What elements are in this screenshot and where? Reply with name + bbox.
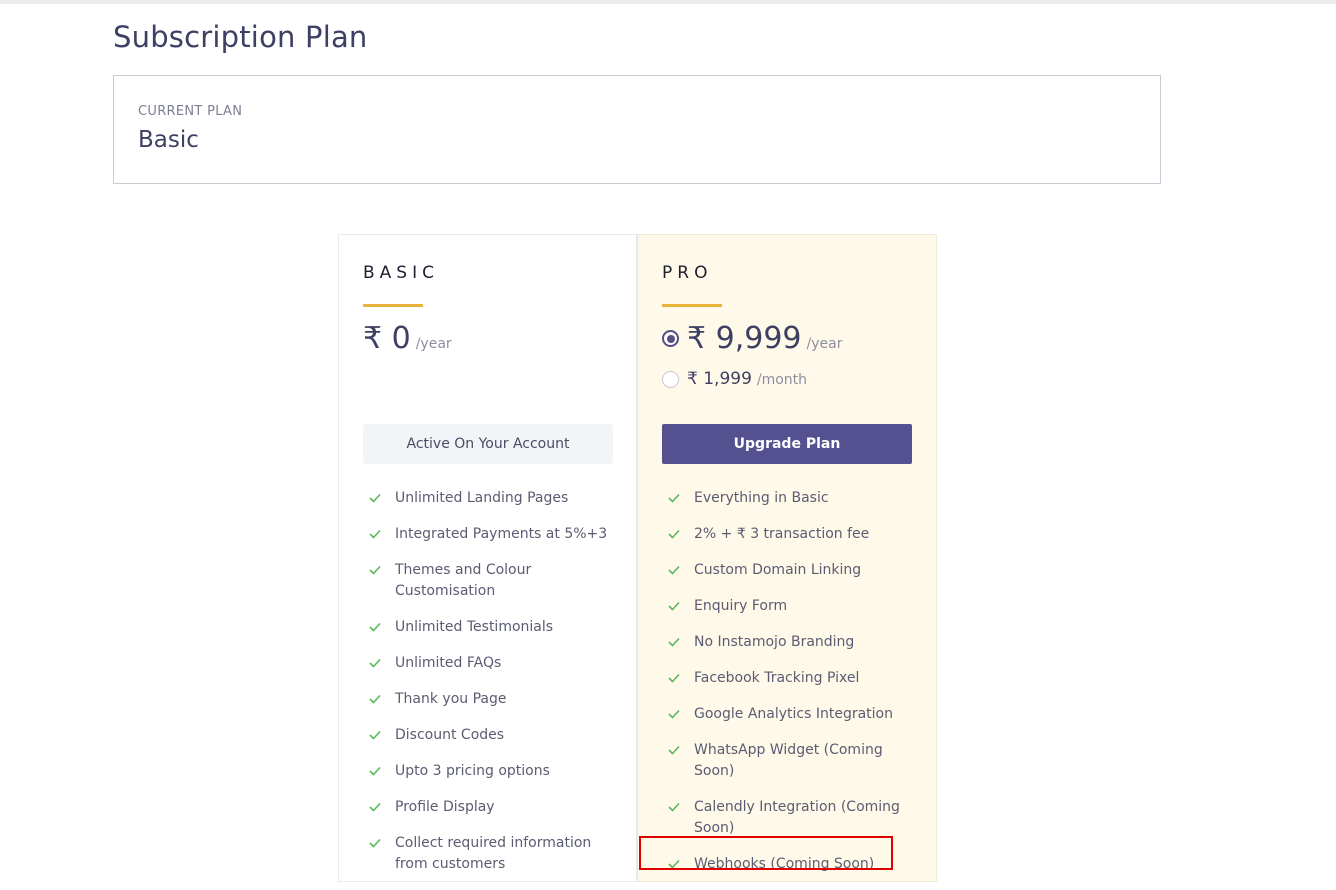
feature-label: Calendly Integration (Coming Soon) bbox=[694, 799, 900, 836]
feature-label: Custom Domain Linking bbox=[694, 562, 862, 578]
radio-icon[interactable] bbox=[662, 330, 679, 347]
feature-item: Everything in Basic bbox=[662, 488, 922, 509]
feature-item: Collect required information from custom… bbox=[363, 833, 623, 875]
feature-label: Discount Codes bbox=[395, 727, 505, 743]
check-icon bbox=[369, 802, 381, 812]
check-icon bbox=[668, 565, 680, 575]
feature-item: Calendly Integration (Coming Soon) bbox=[662, 797, 922, 839]
pro-monthly-period: /month bbox=[756, 372, 808, 388]
plan-name-basic: BASIC bbox=[363, 263, 439, 283]
pro-yearly-option[interactable]: ₹ 9,999 /year bbox=[662, 321, 842, 356]
pro-features-list: Everything in Basic 2% + ₹ 3 transaction… bbox=[662, 488, 922, 890]
top-strip bbox=[0, 0, 1336, 4]
feature-item: Profile Display bbox=[363, 797, 623, 818]
radio-icon[interactable] bbox=[662, 370, 679, 388]
pro-monthly-option[interactable]: ₹ 1,999 /month bbox=[662, 369, 807, 389]
plan-underline bbox=[662, 304, 722, 307]
plan-card-basic: BASIC ₹ 0 /year Active On Your Account U… bbox=[338, 234, 637, 882]
check-icon bbox=[369, 565, 381, 575]
check-icon bbox=[369, 766, 381, 776]
feature-item: Facebook Tracking Pixel bbox=[662, 668, 922, 689]
feature-label: Thank you Page bbox=[395, 691, 507, 707]
feature-label: Facebook Tracking Pixel bbox=[694, 670, 860, 686]
check-icon bbox=[369, 730, 381, 740]
feature-item: Discount Codes bbox=[363, 725, 623, 746]
feature-item: Upto 3 pricing options bbox=[363, 761, 623, 782]
feature-item: Unlimited Testimonials bbox=[363, 617, 623, 638]
plan-card-pro: PRO ₹ 9,999 /year ₹ 1,999 /month Upgrade… bbox=[637, 234, 937, 882]
check-icon bbox=[668, 745, 680, 755]
feature-item: WhatsApp Widget (Coming Soon) bbox=[662, 740, 922, 782]
check-icon bbox=[668, 637, 680, 647]
basic-period: /year bbox=[415, 336, 452, 352]
feature-label: Collect required information from custom… bbox=[395, 835, 592, 872]
check-icon bbox=[668, 493, 680, 503]
check-icon bbox=[369, 694, 381, 704]
check-icon bbox=[668, 601, 680, 611]
feature-label: Google Analytics Integration bbox=[694, 706, 893, 722]
feature-label: Themes and Colour Customisation bbox=[395, 562, 532, 599]
feature-label: Unlimited Testimonials bbox=[395, 619, 554, 635]
feature-item: Custom Domain Linking bbox=[662, 560, 922, 581]
page-title: Subscription Plan bbox=[113, 20, 368, 54]
basic-price-row: ₹ 0 /year bbox=[363, 321, 452, 356]
plan-name-pro: PRO bbox=[662, 263, 713, 283]
current-plan-value: Basic bbox=[138, 127, 199, 153]
check-icon bbox=[369, 493, 381, 503]
feature-item: 2% + ₹ 3 transaction fee bbox=[662, 524, 922, 545]
feature-item: Enquiry Form bbox=[662, 596, 922, 617]
check-icon bbox=[668, 673, 680, 683]
check-icon bbox=[668, 529, 680, 539]
check-icon bbox=[668, 859, 680, 869]
check-icon bbox=[668, 802, 680, 812]
current-plan-label: CURRENT PLAN bbox=[138, 104, 243, 119]
feature-label: 2% + ₹ 3 transaction fee bbox=[694, 526, 870, 542]
feature-label: Integrated Payments at 5%+3 bbox=[395, 526, 608, 542]
pro-yearly-period: /year bbox=[806, 336, 843, 352]
check-icon bbox=[369, 529, 381, 539]
feature-item: Themes and Colour Customisation bbox=[363, 560, 623, 602]
feature-item: Unlimited FAQs bbox=[363, 653, 623, 674]
feature-item: Integrated Payments at 5%+3 bbox=[363, 524, 623, 545]
feature-label: Unlimited Landing Pages bbox=[395, 490, 569, 506]
check-icon bbox=[668, 709, 680, 719]
feature-label: Webhooks (Coming Soon) bbox=[694, 856, 875, 872]
feature-label: Unlimited FAQs bbox=[395, 655, 502, 671]
feature-item: Thank you Page bbox=[363, 689, 623, 710]
feature-label: Everything in Basic bbox=[694, 490, 829, 506]
feature-label: WhatsApp Widget (Coming Soon) bbox=[694, 742, 883, 779]
feature-label: Upto 3 pricing options bbox=[395, 763, 550, 779]
plans-container: BASIC ₹ 0 /year Active On Your Account U… bbox=[338, 234, 937, 882]
basic-price: ₹ 0 bbox=[363, 321, 411, 356]
plan-underline bbox=[363, 304, 423, 307]
active-on-account-button[interactable]: Active On Your Account bbox=[363, 424, 613, 464]
feature-label: Profile Display bbox=[395, 799, 495, 815]
feature-label: Enquiry Form bbox=[694, 598, 788, 614]
basic-features-list: Unlimited Landing Pages Integrated Payme… bbox=[363, 488, 623, 890]
check-icon bbox=[369, 838, 381, 848]
feature-label: No Instamojo Branding bbox=[694, 634, 855, 650]
feature-item: Unlimited Landing Pages bbox=[363, 488, 623, 509]
feature-item: No Instamojo Branding bbox=[662, 632, 922, 653]
feature-item: Webhooks (Coming Soon) bbox=[662, 854, 922, 875]
current-plan-card: CURRENT PLAN Basic bbox=[113, 75, 1161, 184]
feature-item: Google Analytics Integration bbox=[662, 704, 922, 725]
pro-monthly-price: ₹ 1,999 bbox=[687, 369, 752, 389]
pro-yearly-price: ₹ 9,999 bbox=[687, 321, 802, 356]
check-icon bbox=[369, 622, 381, 632]
check-icon bbox=[369, 658, 381, 668]
upgrade-plan-button[interactable]: Upgrade Plan bbox=[662, 424, 912, 464]
